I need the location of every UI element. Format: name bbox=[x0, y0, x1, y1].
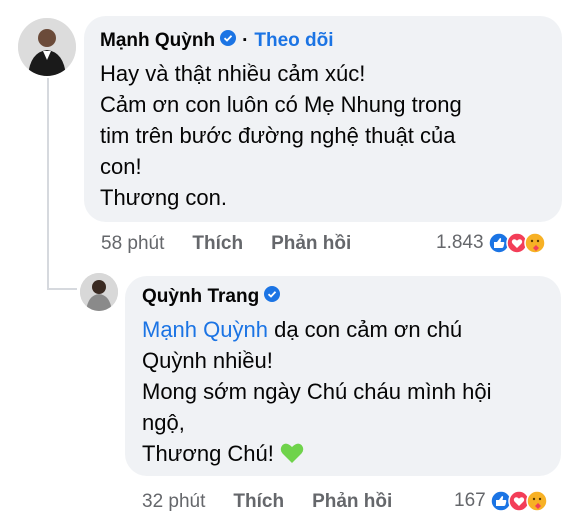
mention-link[interactable]: Mạnh Quỳnh bbox=[142, 317, 268, 342]
comment-timestamp[interactable]: 58 phút bbox=[101, 233, 164, 255]
reply-author-name[interactable]: Quỳnh Trang bbox=[142, 286, 259, 308]
comment-actions: 58 phút Thích Phản hồi bbox=[101, 233, 379, 255]
reply-header: Quỳnh Trang bbox=[142, 286, 492, 308]
reply-button[interactable]: Phản hồi bbox=[312, 491, 392, 513]
like-button[interactable]: Thích bbox=[192, 233, 243, 255]
reply-text: Thương Chú! bbox=[142, 441, 280, 466]
reply-line: Thương Chú! bbox=[142, 438, 492, 469]
reaction-count: 167 bbox=[454, 490, 486, 511]
thread-line-curve bbox=[47, 288, 77, 290]
reply-timestamp[interactable]: 32 phút bbox=[142, 491, 205, 513]
comment-line: Cảm ơn con luôn có Mẹ Nhung trong bbox=[100, 92, 462, 117]
care-reaction-icon bbox=[525, 490, 548, 512]
verified-badge-icon bbox=[264, 286, 281, 308]
comment-line: Hay và thật nhiều cảm xúc! bbox=[100, 61, 366, 86]
reply-reactions[interactable]: 167 bbox=[454, 490, 548, 512]
comment-line: Thương con. bbox=[100, 185, 227, 210]
avatar-manh-quynh[interactable] bbox=[18, 18, 76, 76]
comment-header: Mạnh Quỳnh · Theo dõi bbox=[100, 30, 462, 52]
reply-bubble: Quỳnh Trang Mạnh Quỳnh dạ con cảm ơn chú… bbox=[125, 276, 561, 476]
comment-author-name[interactable]: Mạnh Quỳnh bbox=[100, 30, 215, 52]
avatar-quynh-trang[interactable] bbox=[80, 273, 118, 311]
comment-line: tim trên bước đường nghệ thuật của bbox=[100, 123, 456, 148]
reply-line: ngộ, bbox=[142, 410, 185, 435]
follow-button[interactable]: Theo dõi bbox=[254, 30, 333, 52]
comment-reactions[interactable]: 1.843 bbox=[436, 232, 546, 254]
like-button[interactable]: Thích bbox=[233, 491, 284, 513]
care-reaction-icon bbox=[523, 232, 546, 254]
reply-body: Mạnh Quỳnh dạ con cảm ơn chú Quỳnh nhiều… bbox=[142, 314, 492, 469]
reaction-icons bbox=[489, 490, 548, 512]
green-heart-icon bbox=[280, 443, 304, 463]
thread-line-vertical bbox=[47, 78, 49, 290]
verified-badge-icon bbox=[220, 30, 237, 52]
reply-line: Mạnh Quỳnh dạ con cảm ơn chú bbox=[142, 314, 492, 345]
reply-line: Mong sớm ngày Chú cháu mình hội bbox=[142, 379, 492, 404]
reply-text: dạ con cảm ơn chú bbox=[267, 317, 463, 342]
comment-body: Hay và thật nhiều cảm xúc! Cảm ơn con lu… bbox=[100, 58, 462, 213]
reply-line: Quỳnh nhiều! bbox=[142, 348, 273, 373]
comment-bubble: Mạnh Quỳnh · Theo dõi Hay và thật nhiều … bbox=[84, 16, 562, 222]
reply-button[interactable]: Phản hồi bbox=[271, 233, 351, 255]
separator-dot: · bbox=[242, 30, 249, 51]
reaction-icons bbox=[487, 232, 546, 254]
reply-actions: 32 phút Thích Phản hồi bbox=[142, 491, 420, 513]
reaction-count: 1.843 bbox=[436, 232, 484, 253]
comment-line: con! bbox=[100, 154, 142, 179]
